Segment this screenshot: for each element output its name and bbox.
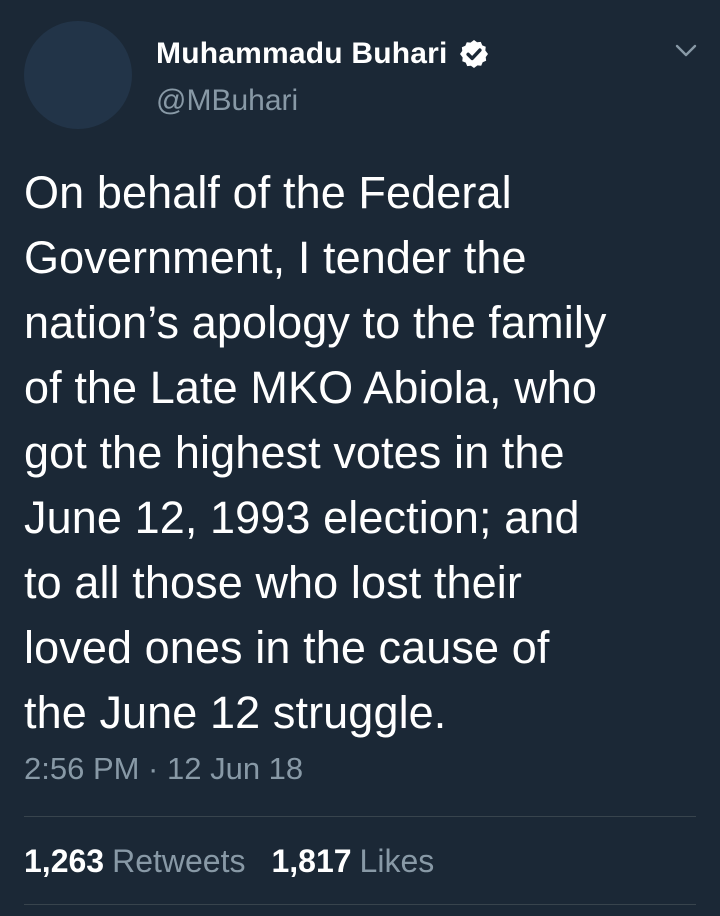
tweet-text-line: of the Late MKO Abiola, who (24, 362, 598, 413)
author-handle[interactable]: @MBuhari (156, 84, 298, 118)
likes-stat[interactable]: 1,817 Likes (271, 843, 434, 880)
tweet-text-line: nation’s apology to the family (24, 297, 607, 348)
engagement-stats: 1,263 Retweets 1,817 Likes (24, 843, 460, 880)
avatar[interactable] (24, 21, 132, 129)
tweet-timestamp[interactable]: 2:56 PM · 12 Jun 18 (24, 751, 303, 787)
tweet-text-line: the June 12 struggle. (24, 687, 447, 738)
tweet-text-line: Government, I tender the (24, 232, 527, 283)
verified-badge-icon (459, 40, 488, 68)
divider (24, 904, 696, 905)
tweet-text-line: June 12, 1993 election; and (24, 492, 580, 543)
retweets-label: Retweets (112, 843, 246, 879)
tweet-text: On behalf of the Federal Government, I t… (24, 160, 704, 745)
tweet-card: Muhammadu Buhari @MBuhari On behalf of t… (0, 0, 720, 916)
retweets-count: 1,263 (24, 843, 105, 879)
chevron-down-icon[interactable] (673, 40, 699, 60)
tweet-text-line: got the highest votes in the (24, 427, 565, 478)
tweet-text-line: loved ones in the cause of (24, 622, 550, 673)
likes-count: 1,817 (271, 843, 352, 879)
tweet-text-line: to all those who lost their (24, 557, 522, 608)
tweet-text-line: On behalf of the Federal (24, 167, 512, 218)
author-name-row: Muhammadu Buhari (156, 34, 490, 74)
retweets-stat[interactable]: 1,263 Retweets (24, 843, 245, 880)
divider (24, 816, 696, 817)
author-display-name[interactable]: Muhammadu Buhari (156, 37, 448, 71)
likes-label: Likes (359, 843, 435, 879)
